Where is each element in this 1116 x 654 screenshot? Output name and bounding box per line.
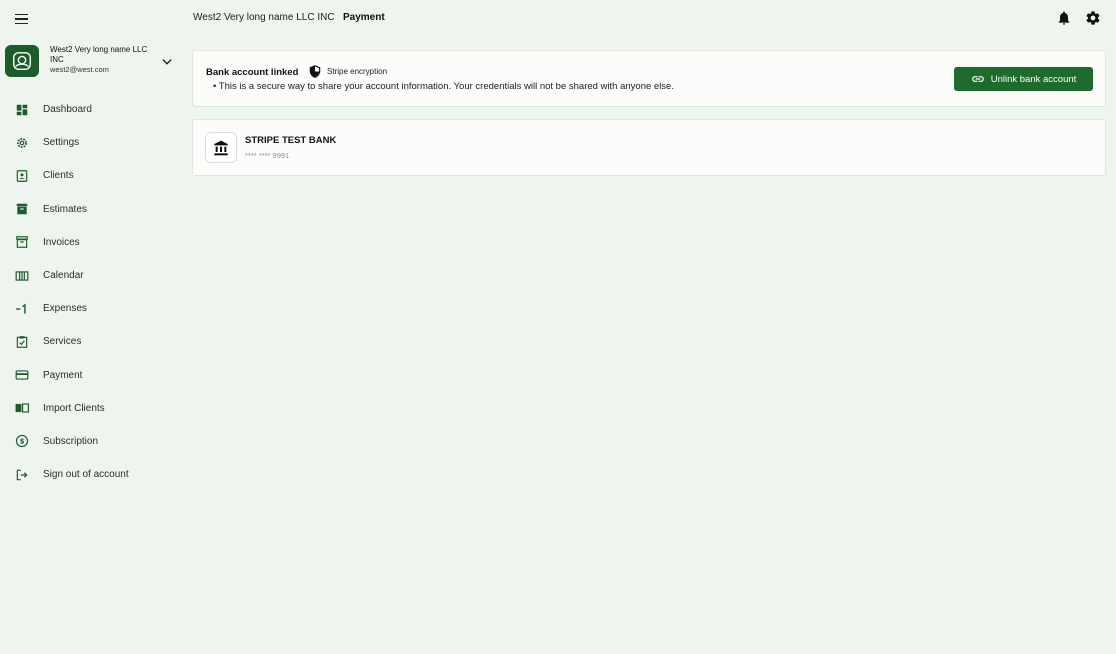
dashboard-icon (16, 104, 28, 115)
sidebar-item-calendar[interactable]: Calendar (0, 259, 185, 292)
bank-account-card: STRIPE TEST BANK **** **** 9991 (192, 119, 1106, 176)
bank-icon (214, 140, 228, 155)
sidebar-item-import-clients[interactable]: Import Clients (0, 392, 185, 425)
account-email: west2@west.com (50, 65, 109, 74)
sidebar-item-label: Sign out of account (43, 469, 129, 481)
sidebar: West2 Very long name LLC INC west2@west.… (0, 37, 185, 654)
sidebar-item-label: Expenses (43, 303, 87, 315)
page-title: Payment (343, 12, 385, 23)
sidebar-item-label: Estimates (43, 203, 87, 215)
sidebar-nav: Dashboard Settings Clients Estimates Inv… (0, 93, 185, 491)
payment-icon (15, 370, 29, 380)
unlink-bank-button[interactable]: Unlink bank account (954, 67, 1093, 91)
breadcrumb-company: West2 Very long name LLC INC (193, 12, 335, 23)
sidebar-item-label: Payment (43, 369, 83, 381)
notification-bell-icon[interactable] (1056, 10, 1072, 26)
svg-text:$: $ (20, 438, 25, 446)
sidebar-item-label: Calendar (43, 270, 84, 282)
sidebar-item-label: Clients (43, 170, 74, 182)
sidebar-item-clients[interactable]: Clients (0, 159, 185, 192)
bank-name: STRIPE TEST BANK (245, 135, 337, 146)
sidebar-item-label: Services (43, 336, 82, 348)
clients-icon (16, 170, 28, 182)
estimates-icon (16, 203, 28, 215)
sidebar-item-services[interactable]: Services (0, 325, 185, 358)
sidebar-item-label: Settings (43, 137, 80, 149)
bank-account-number: **** **** 9991 (245, 151, 290, 160)
chevron-down-icon[interactable] (160, 55, 174, 69)
sidebar-item-expenses[interactable]: Expenses (0, 292, 185, 325)
services-icon (16, 336, 28, 348)
shield-icon (309, 65, 321, 78)
sidebar-item-label: Dashboard (43, 104, 92, 116)
invoices-icon (16, 236, 28, 249)
sidebar-item-payment[interactable]: Payment (0, 359, 185, 392)
unlink-bank-label: Unlink bank account (990, 73, 1077, 85)
calendar-icon (15, 270, 29, 281)
stripe-encryption-label: Stripe encryption (327, 67, 388, 76)
sidebar-item-settings[interactable]: Settings (0, 126, 185, 159)
expenses-icon (16, 303, 26, 314)
settings-gear-icon[interactable] (1085, 10, 1101, 26)
sidebar-item-label: Invoices (43, 236, 80, 248)
sidebar-item-sign-out[interactable]: Sign out of account (0, 458, 185, 491)
top-bar: West2 Very long name LLC INC Payment (0, 0, 1116, 37)
sidebar-item-label: Import Clients (43, 402, 105, 414)
avatar (5, 45, 39, 77)
link-icon (971, 76, 984, 82)
sidebar-item-label: Subscription (43, 435, 99, 447)
subscription-icon: $ (15, 435, 29, 448)
sidebar-item-estimates[interactable]: Estimates (0, 193, 185, 226)
sidebar-item-dashboard[interactable]: Dashboard (0, 93, 185, 126)
settings-icon (17, 137, 27, 148)
secure-note: • This is a secure way to share your acc… (213, 81, 674, 92)
bank-linked-title: Bank account linked (206, 67, 299, 78)
menu-icon[interactable] (12, 10, 32, 28)
bank-linked-card: Bank account linked Stripe encryption • … (192, 50, 1106, 107)
sign-out-icon (16, 469, 28, 480)
sidebar-item-invoices[interactable]: Invoices (0, 226, 185, 259)
account-name: West2 Very long name LLC INC (50, 45, 148, 64)
import-icon (15, 403, 29, 413)
account-switcher[interactable]: West2 Very long name LLC INC west2@west.… (5, 45, 177, 79)
bank-icon-container (205, 132, 237, 163)
sidebar-item-subscription[interactable]: $ Subscription (0, 425, 185, 458)
company-logo-icon (13, 52, 31, 70)
